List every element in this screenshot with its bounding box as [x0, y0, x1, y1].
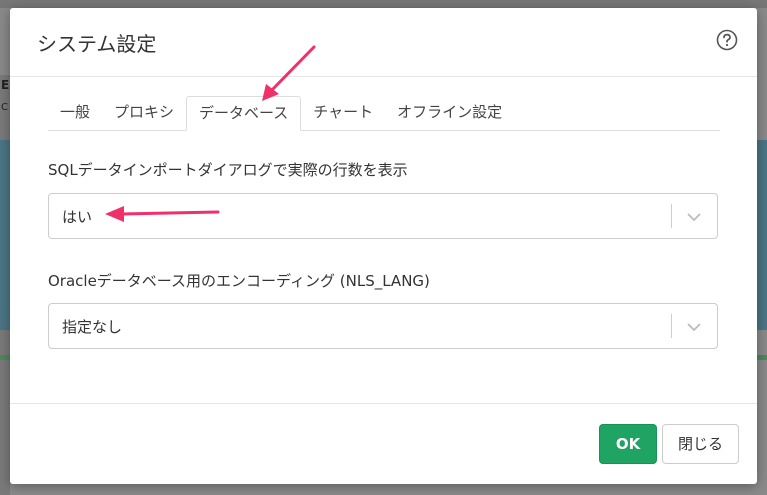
- row-count-label: SQLデータインポートダイアログで実際の行数を表示: [48, 161, 408, 179]
- question-circle-icon[interactable]: [716, 29, 738, 51]
- row-count-select[interactable]: はい: [48, 193, 718, 239]
- close-button[interactable]: 閉じる: [662, 424, 739, 464]
- row-count-value: はい: [62, 208, 93, 226]
- dialog-footer: OK 閉じる: [10, 403, 757, 485]
- tab-proxy[interactable]: プロキシ: [102, 96, 186, 129]
- select-separator: [671, 314, 672, 338]
- chevron-down-icon[interactable]: [685, 208, 703, 226]
- tab-general[interactable]: 一般: [48, 96, 102, 129]
- background-fragment-c: C: [1, 102, 8, 113]
- select-separator: [671, 204, 672, 228]
- tab-database[interactable]: データベース: [186, 96, 302, 131]
- background-fragment-e: E: [1, 78, 10, 92]
- ok-button[interactable]: OK: [599, 424, 657, 464]
- background-app-toolbar: [0, 0, 767, 8]
- nls-lang-value: 指定なし: [62, 318, 123, 336]
- background-right-panel: [757, 140, 767, 330]
- nls-lang-label: Oracleデータベース用のエンコーディング (NLS_LANG): [48, 272, 430, 290]
- settings-tabs: 一般 プロキシ データベース チャート オフライン設定: [48, 96, 720, 131]
- nls-lang-select[interactable]: 指定なし: [48, 303, 718, 349]
- system-settings-dialog: システム設定 一般 プロキシ データベース チャート オフライン設定 SQLデー…: [10, 8, 757, 484]
- dialog-title: システム設定: [37, 32, 157, 56]
- chevron-down-icon[interactable]: [685, 318, 703, 336]
- tab-offline-settings[interactable]: オフライン設定: [385, 96, 514, 129]
- tab-chart[interactable]: チャート: [301, 96, 385, 129]
- dialog-header: システム設定: [10, 8, 757, 77]
